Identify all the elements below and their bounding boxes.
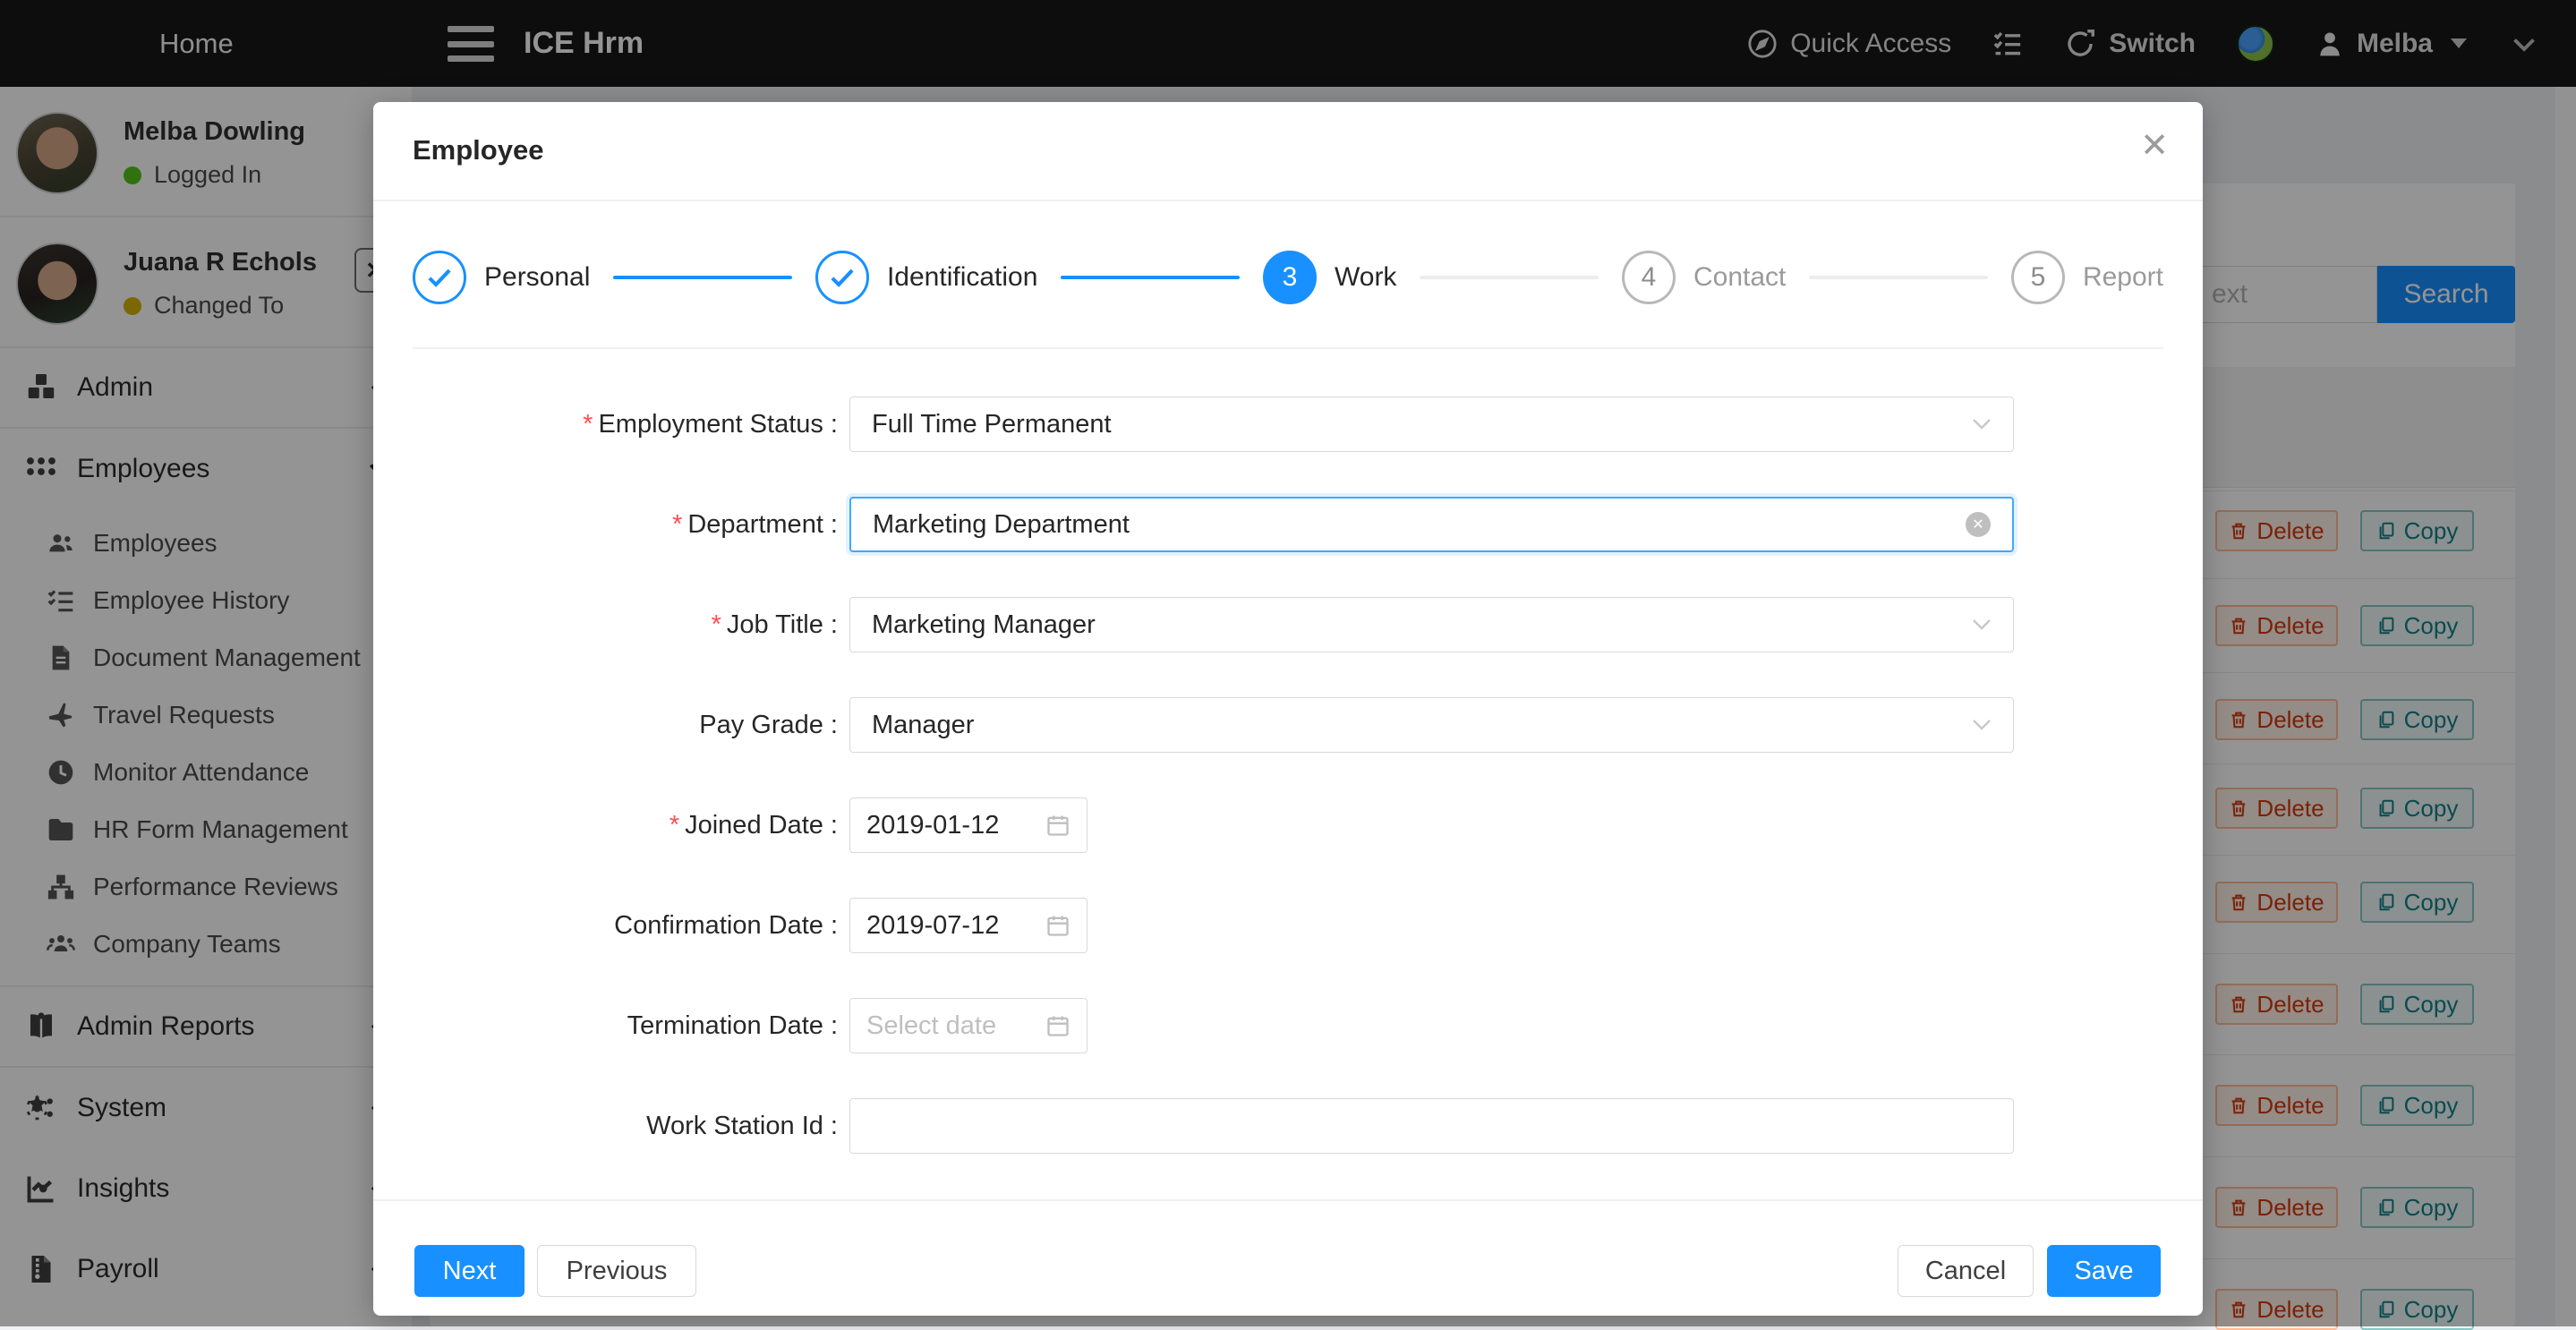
step-work[interactable]: 3 Work (1263, 251, 1396, 304)
field-label: Work Station Id : (373, 1098, 838, 1154)
calendar-icon (1045, 813, 1070, 838)
form-row-work-station-id: Work Station Id : (373, 1098, 2203, 1154)
clear-icon[interactable]: ✕ (1966, 512, 1991, 537)
field-label: *Joined Date : (373, 797, 838, 853)
form-row-joined-date: *Joined Date : 2019-01-12 (373, 797, 2203, 853)
chevron-down-icon (1972, 719, 1992, 731)
chevron-down-icon (1972, 618, 1992, 631)
divider (413, 347, 2163, 349)
next-button[interactable]: Next (414, 1245, 525, 1297)
form-row-confirmation-date: Confirmation Date : 2019-07-12 (373, 898, 2203, 953)
step-label: Work (1335, 262, 1396, 293)
work-station-input[interactable] (849, 1098, 2014, 1154)
step-connector (1420, 276, 1599, 279)
form-row-job-title: *Job Title : Marketing Manager (373, 597, 2203, 652)
form-row-employment-status: *Employment Status : Full Time Permanent (373, 396, 2203, 452)
field-label: *Job Title : (373, 597, 838, 652)
field-label: Pay Grade : (373, 697, 838, 753)
joined-date-picker[interactable]: 2019-01-12 (849, 797, 1088, 853)
chevron-down-icon (1972, 418, 1992, 431)
required-asterisk: * (583, 410, 593, 439)
modal-title: Employee (413, 134, 543, 166)
step-number: 4 (1622, 251, 1676, 304)
calendar-icon (1045, 913, 1070, 938)
step-contact[interactable]: 4 Contact (1622, 251, 1786, 304)
date-value: 2019-01-12 (866, 811, 1045, 840)
cancel-button[interactable]: Cancel (1898, 1245, 2034, 1297)
step-number: 3 (1263, 251, 1317, 304)
modal-header: Employee ✕ (373, 102, 2203, 201)
field-label: *Department : (373, 497, 838, 552)
step-connector (613, 276, 792, 279)
termination-date-picker[interactable]: Select date (849, 998, 1088, 1053)
form-row-pay-grade: Pay Grade : Manager (373, 697, 2203, 753)
close-icon[interactable]: ✕ (2140, 129, 2169, 163)
required-asterisk: * (712, 610, 721, 639)
field-label: Confirmation Date : (373, 898, 838, 953)
confirmation-date-picker[interactable]: 2019-07-12 (849, 898, 1088, 953)
required-asterisk: * (672, 510, 682, 539)
employee-modal: Employee ✕ Personal Identification 3 Wor… (373, 102, 2203, 1316)
required-asterisk: * (670, 811, 679, 840)
save-button[interactable]: Save (2047, 1245, 2161, 1297)
step-label: Contact (1693, 262, 1786, 293)
step-connector (1061, 276, 1240, 279)
field-label: *Employment Status : (373, 396, 838, 452)
step-personal[interactable]: Personal (413, 251, 590, 304)
check-icon (413, 251, 466, 304)
job-title-select[interactable]: Marketing Manager (849, 597, 2014, 652)
calendar-icon (1045, 1013, 1070, 1038)
select-value: Marketing Manager (872, 610, 1972, 640)
select-value: Full Time Permanent (872, 410, 1972, 439)
select-value: Marketing Department (873, 510, 1966, 540)
step-number: 5 (2011, 251, 2065, 304)
employment-status-select[interactable]: Full Time Permanent (849, 396, 2014, 452)
select-value: Manager (872, 711, 1972, 740)
step-label: Personal (484, 262, 590, 293)
check-icon (815, 251, 869, 304)
field-label: Termination Date : (373, 998, 838, 1053)
department-select[interactable]: Marketing Department ✕ (849, 497, 2014, 552)
step-report[interactable]: 5 Report (2011, 251, 2163, 304)
step-connector (1809, 276, 1988, 279)
pay-grade-select[interactable]: Manager (849, 697, 2014, 753)
date-placeholder: Select date (866, 1011, 1045, 1041)
divider (373, 1199, 2203, 1201)
form-row-termination-date: Termination Date : Select date (373, 998, 2203, 1053)
step-label: Report (2083, 262, 2163, 293)
step-label: Identification (887, 262, 1037, 293)
wizard-steps: Personal Identification 3 Work 4 Contact… (413, 249, 2163, 306)
previous-button[interactable]: Previous (537, 1245, 696, 1297)
step-identification[interactable]: Identification (815, 251, 1037, 304)
date-value: 2019-07-12 (866, 911, 1045, 941)
form-row-department: *Department : Marketing Department ✕ (373, 497, 2203, 552)
